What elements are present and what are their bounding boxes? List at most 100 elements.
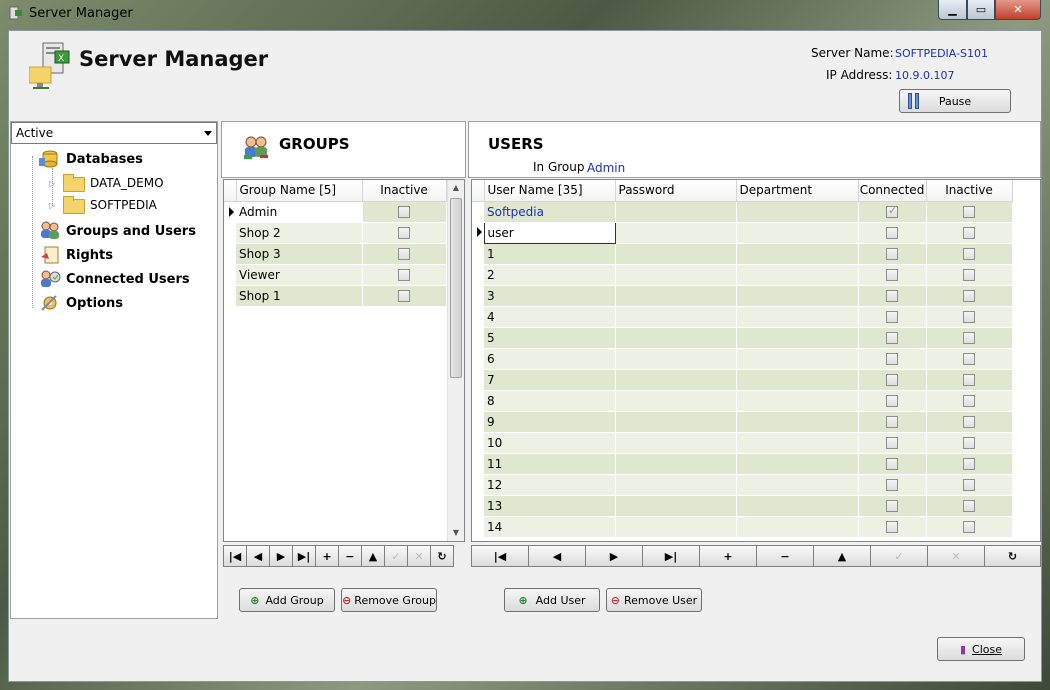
department-cell[interactable] [736,264,859,286]
department-cell[interactable] [736,390,859,412]
password-cell[interactable] [615,369,737,391]
department-cell[interactable] [736,348,859,370]
table-row[interactable]: 5 [472,327,1013,349]
password-cell[interactable] [615,516,737,538]
group-name-cell[interactable]: Admin [236,201,363,223]
user-name-cell[interactable]: Softpedia [484,201,616,223]
inactive-checkbox[interactable] [963,458,975,470]
password-cell[interactable] [615,432,737,454]
edit-record-button[interactable]: ▲ [813,545,871,567]
user-name-cell[interactable]: 10 [484,432,616,454]
department-cell[interactable] [736,222,859,244]
user-name-cell[interactable]: 1 [484,243,616,265]
department-cell[interactable] [736,369,859,391]
department-cell[interactable] [736,411,859,433]
password-cell[interactable] [615,264,737,286]
inactive-checkbox[interactable] [963,290,975,302]
scroll-up-icon[interactable]: ▲ [448,180,464,196]
tree-item-rights[interactable]: Rights [39,244,113,266]
delete-record-button[interactable]: − [338,545,362,567]
department-cell[interactable] [736,516,859,538]
post-record-button[interactable]: ✓ [870,545,928,567]
password-cell[interactable] [615,306,737,328]
scrollbar-thumb[interactable] [450,198,462,378]
insert-record-button[interactable]: + [699,545,757,567]
refresh-button[interactable]: ↻ [984,545,1041,567]
close-button[interactable]: ▮ Close [937,637,1025,661]
scroll-down-icon[interactable]: ▼ [448,525,464,541]
remove-group-button[interactable]: ⊖ Remove Group [341,588,437,612]
column-header-connected[interactable]: Connected [858,180,927,202]
inactive-checkbox[interactable] [963,437,975,449]
table-row[interactable]: 3 [472,285,1013,307]
inactive-checkbox[interactable] [963,332,975,344]
table-row[interactable]: 8 [472,390,1013,412]
department-cell[interactable] [736,285,859,307]
password-cell[interactable] [615,285,737,307]
table-row[interactable]: Softpedia [472,201,1013,223]
tree-item-softpedia[interactable]: ▷ SOFTPEDIA [49,194,157,216]
inactive-checkbox[interactable] [963,521,975,533]
tree-item-options[interactable]: Options [39,292,123,314]
last-record-button[interactable]: ▶| [642,545,700,567]
inactive-checkbox[interactable] [963,479,975,491]
column-header-password[interactable]: Password [615,180,737,202]
department-cell[interactable] [736,201,859,223]
next-record-button[interactable]: ▶ [269,545,293,567]
inactive-checkbox[interactable] [398,248,410,260]
password-cell[interactable] [615,222,737,244]
refresh-button[interactable]: ↻ [430,545,454,567]
table-row[interactable]: 2 [472,264,1013,286]
group-name-cell[interactable]: Viewer [236,264,363,286]
department-cell[interactable] [736,243,859,265]
group-name-cell[interactable]: Shop 1 [236,285,363,307]
column-header-inactive[interactable]: Inactive [926,180,1013,202]
inactive-checkbox[interactable] [963,311,975,323]
table-row[interactable]: 6 [472,348,1013,370]
post-record-button[interactable]: ✓ [384,545,408,567]
table-row[interactable]: Shop 3 [224,243,447,265]
groups-scrollbar[interactable]: ▲ ▼ [447,180,464,541]
password-cell[interactable] [615,327,737,349]
add-group-button[interactable]: ⊕ Add Group [239,588,335,612]
close-window-button[interactable]: ✕ [995,0,1041,20]
table-row[interactable]: Shop 2 [224,222,447,244]
user-name-cell[interactable]: 14 [484,516,616,538]
group-name-cell[interactable]: Shop 3 [236,243,363,265]
table-row[interactable]: 7 [472,369,1013,391]
status-filter-dropdown[interactable]: Active [11,122,217,144]
table-row[interactable]: 12 [472,474,1013,496]
inactive-checkbox[interactable] [963,248,975,260]
prior-record-button[interactable]: ◀ [528,545,586,567]
department-cell[interactable] [736,474,859,496]
inactive-checkbox[interactable] [963,500,975,512]
pause-button[interactable]: Pause [899,89,1011,113]
password-cell[interactable] [615,474,737,496]
remove-user-button[interactable]: ⊖ Remove User [606,588,702,612]
inactive-checkbox[interactable] [963,374,975,386]
minimize-button[interactable]: ▁ [938,0,967,20]
inactive-checkbox[interactable] [963,353,975,365]
department-cell[interactable] [736,453,859,475]
add-user-button[interactable]: ⊕ Add User [504,588,600,612]
tree-item-data-demo[interactable]: ▷ DATA_DEMO [49,172,164,194]
table-row[interactable]: 1 [472,243,1013,265]
column-header-user-name[interactable]: User Name [35] [484,180,616,202]
tree-item-databases[interactable]: Databases [39,148,143,170]
tree-item-groups-and-users[interactable]: Groups and Users [39,220,196,242]
cancel-record-button[interactable]: ✕ [927,545,985,567]
inactive-checkbox[interactable] [963,395,975,407]
group-name-cell[interactable]: Shop 2 [236,222,363,244]
inactive-checkbox[interactable] [398,290,410,302]
table-row[interactable]: Shop 1 [224,285,447,307]
table-row[interactable]: user [472,221,1013,244]
next-record-button[interactable]: ▶ [585,545,643,567]
user-name-cell[interactable]: 6 [484,348,616,370]
prior-record-button[interactable]: ◀ [246,545,270,567]
cancel-record-button[interactable]: ✕ [407,545,431,567]
table-row[interactable]: 14 [472,516,1013,538]
last-record-button[interactable]: ▶| [292,545,316,567]
table-row[interactable]: 11 [472,453,1013,475]
inactive-checkbox[interactable] [963,206,975,218]
user-name-cell[interactable]: 4 [484,306,616,328]
